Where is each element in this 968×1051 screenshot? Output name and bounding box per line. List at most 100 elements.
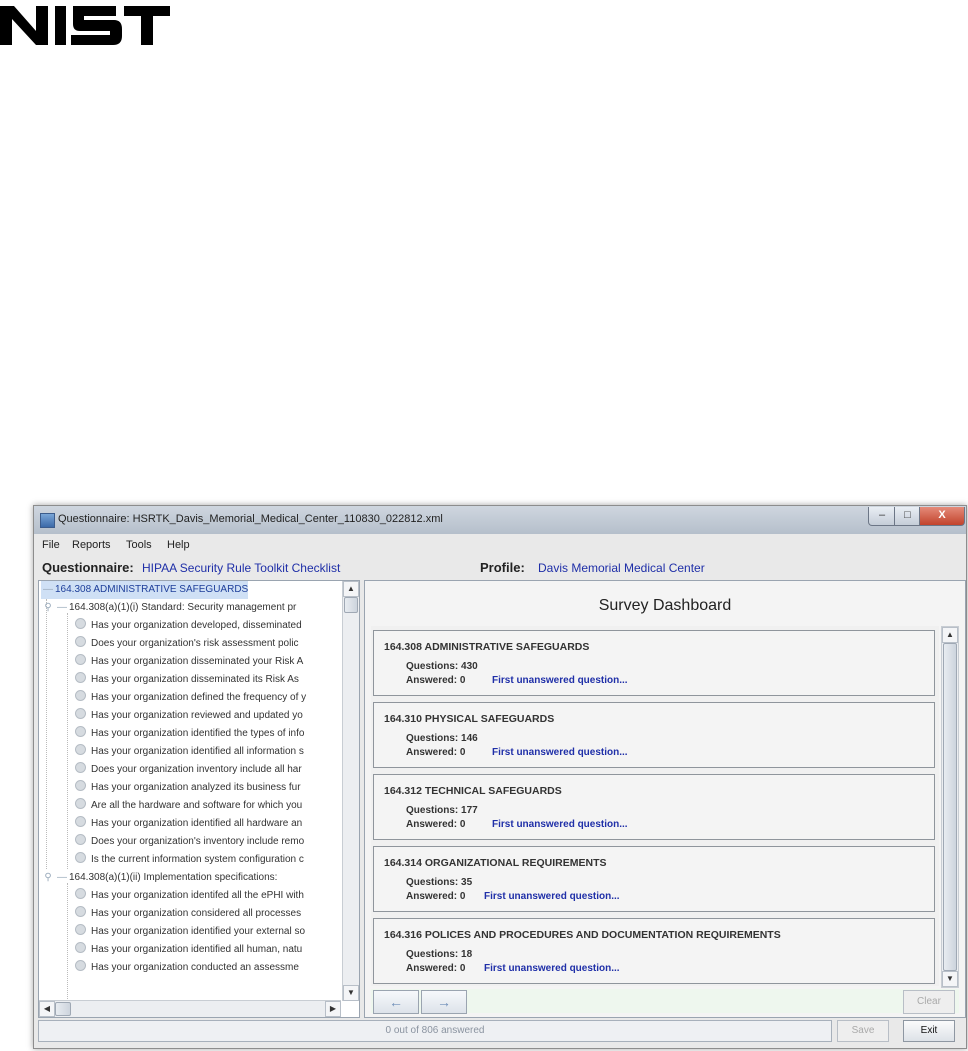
clear-button[interactable]: Clear bbox=[903, 990, 955, 1014]
first-unanswered-link[interactable]: First unanswered question... bbox=[492, 819, 628, 830]
tree-node-question[interactable]: Does your organization's risk assessment… bbox=[75, 635, 299, 653]
section-title: 164.314 ORGANIZATIONAL REQUIREMENTS bbox=[384, 857, 607, 869]
question-bullet-icon bbox=[75, 816, 86, 827]
menu-help[interactable]: Help bbox=[167, 539, 190, 551]
question-bullet-icon bbox=[75, 888, 86, 899]
first-unanswered-link[interactable]: First unanswered question... bbox=[492, 747, 628, 758]
question-bullet-icon bbox=[75, 708, 86, 719]
tree-node-implementation[interactable]: ⚲ —164.308(a)(1)(ii) Implementation speci… bbox=[41, 869, 277, 887]
expand-toggle-icon[interactable]: ⚲ bbox=[41, 869, 55, 887]
scroll-down-arrow-icon[interactable]: ▼ bbox=[343, 985, 359, 1001]
title-bar[interactable]: Questionnaire: HSRTK_Davis_Memorial_Medi… bbox=[34, 506, 966, 534]
question-bullet-icon bbox=[75, 654, 86, 665]
questions-count: Questions: 430 bbox=[406, 661, 478, 672]
questionnaire-label: Questionnaire: bbox=[42, 560, 134, 575]
questions-count: Questions: 146 bbox=[406, 733, 478, 744]
questions-count: Questions: 177 bbox=[406, 805, 478, 816]
tree-node-question[interactable]: Has your organization defined the freque… bbox=[75, 689, 306, 707]
navigation-bar: ← → Clear bbox=[371, 989, 959, 1014]
question-bullet-icon bbox=[75, 798, 86, 809]
question-bullet-icon bbox=[75, 636, 86, 647]
questionnaire-window: Questionnaire: HSRTK_Davis_Memorial_Medi… bbox=[33, 505, 967, 1049]
answered-count: Answered: 0 bbox=[406, 819, 466, 830]
exit-button[interactable]: Exit bbox=[903, 1020, 955, 1042]
scroll-thumb[interactable] bbox=[55, 1002, 71, 1016]
tree-node-question[interactable]: Has your organization identified all har… bbox=[75, 815, 302, 833]
tree-node-question[interactable]: Has your organization identifed all the … bbox=[75, 887, 304, 905]
question-bullet-icon bbox=[75, 744, 86, 755]
tree-node-question[interactable]: Has your organization identified the typ… bbox=[75, 725, 304, 743]
dashboard-title: Survey Dashboard bbox=[598, 597, 732, 614]
tree-node-question[interactable]: Has your organization analyzed its busin… bbox=[75, 779, 301, 797]
maximize-button[interactable]: □ bbox=[894, 507, 921, 526]
first-unanswered-link[interactable]: First unanswered question... bbox=[484, 891, 620, 902]
tree-node-question[interactable]: Has your organization disseminated your … bbox=[75, 653, 303, 671]
tree-node-question[interactable]: Has your organization reviewed and updat… bbox=[75, 707, 303, 725]
tree-node-question[interactable]: Has your organization identified all inf… bbox=[75, 743, 304, 761]
section-card: 164.310 PHYSICAL SAFEGUARDS Questions: 1… bbox=[373, 702, 935, 768]
app-icon bbox=[40, 513, 55, 528]
tree-guide-line bbox=[67, 883, 68, 1001]
tree-node-question[interactable]: Is the current information system config… bbox=[75, 851, 304, 869]
first-unanswered-link[interactable]: First unanswered question... bbox=[492, 675, 628, 686]
dashboard-scrollbar[interactable]: ▲ ▼ bbox=[941, 626, 959, 988]
close-button[interactable]: X bbox=[919, 507, 965, 526]
question-bullet-icon bbox=[75, 942, 86, 953]
answered-count: Answered: 0 bbox=[406, 675, 466, 686]
tree-node-question[interactable]: Has your organization disseminated its R… bbox=[75, 671, 299, 689]
nist-logo bbox=[0, 6, 170, 45]
dashboard-card-list: 164.308 ADMINISTRATIVE SAFEGUARDS Questi… bbox=[371, 626, 939, 986]
menu-reports[interactable]: Reports bbox=[72, 539, 111, 551]
tree-node-question[interactable]: Has your organization identified all hum… bbox=[75, 941, 302, 959]
section-title: 164.312 TECHNICAL SAFEGUARDS bbox=[384, 785, 562, 797]
tree-node-question[interactable]: Has your organization conducted an asses… bbox=[75, 959, 299, 977]
node-dash-icon: — bbox=[57, 872, 67, 883]
questions-count: Questions: 35 bbox=[406, 877, 473, 888]
expand-toggle-icon[interactable]: ⚲ bbox=[41, 599, 55, 617]
tree-guide-line bbox=[67, 613, 68, 869]
tree-node-standard[interactable]: ⚲ —164.308(a)(1)(i) Standard: Security ma… bbox=[41, 599, 296, 617]
question-tree: —164.308 ADMINISTRATIVE SAFEGUARDS ⚲ —164… bbox=[38, 580, 360, 1018]
tree-horizontal-scrollbar[interactable]: ◀ ▶ bbox=[39, 1000, 341, 1017]
tree-node-question[interactable]: Has your organization developed, dissemi… bbox=[75, 617, 302, 635]
menu-tools[interactable]: Tools bbox=[126, 539, 152, 551]
question-bullet-icon bbox=[75, 852, 86, 863]
window-title: Questionnaire: HSRTK_Davis_Memorial_Medi… bbox=[58, 513, 443, 525]
menu-bar: File Reports Tools Help bbox=[34, 534, 966, 556]
scroll-up-arrow-icon[interactable]: ▲ bbox=[343, 581, 359, 597]
scroll-down-arrow-icon[interactable]: ▼ bbox=[942, 971, 958, 987]
scroll-right-arrow-icon[interactable]: ▶ bbox=[325, 1001, 341, 1017]
save-button[interactable]: Save bbox=[837, 1020, 889, 1042]
answered-count: Answered: 0 bbox=[406, 747, 466, 758]
scroll-left-arrow-icon[interactable]: ◀ bbox=[39, 1001, 55, 1017]
scroll-thumb[interactable] bbox=[943, 643, 957, 971]
tree-node-question[interactable]: Has your organization considered all pro… bbox=[75, 905, 301, 923]
question-bullet-icon bbox=[75, 690, 86, 701]
tree-vertical-scrollbar[interactable]: ▲ ▼ bbox=[342, 581, 359, 1001]
question-bullet-icon bbox=[75, 762, 86, 773]
back-button[interactable]: ← bbox=[373, 990, 419, 1014]
minimize-button[interactable]: – bbox=[868, 507, 896, 526]
questions-count: Questions: 18 bbox=[406, 949, 473, 960]
arrow-right-icon: → bbox=[437, 994, 451, 1010]
forward-button[interactable]: → bbox=[421, 990, 467, 1014]
section-card: 164.314 ORGANIZATIONAL REQUIREMENTS Ques… bbox=[373, 846, 935, 912]
arrow-left-icon: ← bbox=[389, 994, 403, 1010]
question-bullet-icon bbox=[75, 906, 86, 917]
tree-node-question[interactable]: Has your organization identified your ex… bbox=[75, 923, 305, 941]
scroll-thumb[interactable] bbox=[344, 597, 358, 613]
scroll-up-arrow-icon[interactable]: ▲ bbox=[942, 627, 958, 643]
node-dash-icon: — bbox=[57, 602, 67, 613]
answered-count: Answered: 0 bbox=[406, 963, 466, 974]
profile-name: Davis Memorial Medical Center bbox=[538, 561, 705, 575]
question-bullet-icon bbox=[75, 672, 86, 683]
question-bullet-icon bbox=[75, 924, 86, 935]
profile-label: Profile: bbox=[480, 560, 525, 575]
progress-status: 0 out of 806 answered bbox=[38, 1020, 832, 1042]
tree-node-question[interactable]: Does your organization's inventory inclu… bbox=[75, 833, 304, 851]
menu-file[interactable]: File bbox=[42, 539, 60, 551]
first-unanswered-link[interactable]: First unanswered question... bbox=[484, 963, 620, 974]
tree-node-question[interactable]: Does your organization inventory include… bbox=[75, 761, 302, 779]
tree-node-section[interactable]: —164.308 ADMINISTRATIVE SAFEGUARDS bbox=[41, 581, 249, 599]
tree-node-question[interactable]: Are all the hardware and software for wh… bbox=[75, 797, 302, 815]
